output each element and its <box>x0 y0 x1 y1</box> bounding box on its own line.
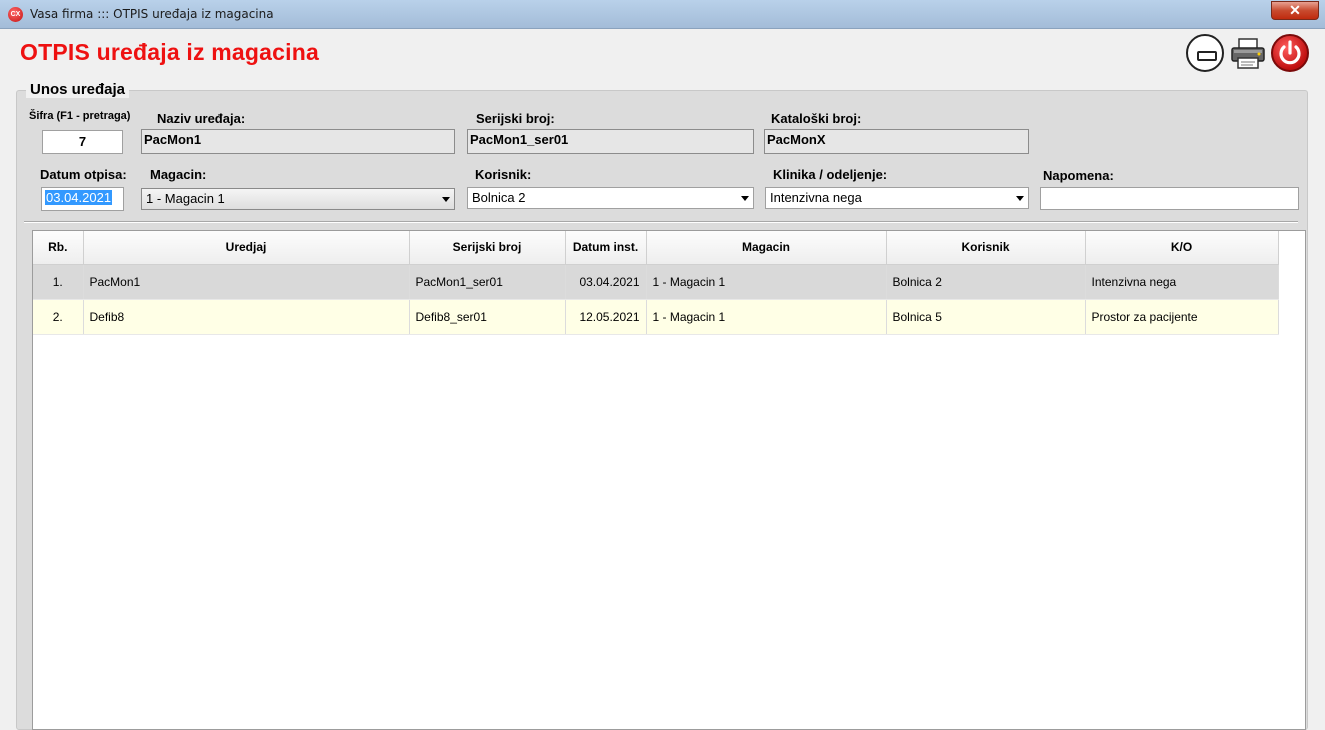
cell-serijski: PacMon1_ser01 <box>409 264 566 300</box>
form-divider <box>24 221 1298 223</box>
datum-label: Datum otpisa: <box>40 167 127 182</box>
cell-magacin: 1 - Magacin 1 <box>646 299 887 335</box>
col-header-serijski[interactable]: Serijski broj <box>409 231 566 265</box>
korisnik-select[interactable]: Bolnica 2 <box>467 187 754 209</box>
group-title: Unos uređaja <box>26 81 130 98</box>
window-titlebar: CX Vasa firma ::: OTPIS uređaja iz magac… <box>0 0 1325 29</box>
serijski-label: Serijski broj: <box>476 111 555 126</box>
chevron-down-icon <box>442 197 450 202</box>
magacin-label: Magacin: <box>150 167 207 182</box>
cell-rb: 2. <box>33 299 84 335</box>
chevron-down-icon <box>1016 196 1024 201</box>
col-header-korisnik[interactable]: Korisnik <box>886 231 1086 265</box>
cell-ko: Prostor za pacijente <box>1085 299 1279 335</box>
window-close-button[interactable]: ✕ <box>1271 1 1319 20</box>
datum-value: 03.04.2021 <box>45 190 113 205</box>
klinika-select[interactable]: Intenzivna nega <box>765 187 1029 209</box>
devices-table: Rb. Uredjaj Serijski broj Datum inst. Ma… <box>33 231 1279 335</box>
naziv-label: Naziv uređaja: <box>157 111 246 126</box>
chevron-down-icon <box>741 196 749 201</box>
grid-header-row: Rb. Uredjaj Serijski broj Datum inst. Ma… <box>33 231 1279 265</box>
magacin-value: 1 - Magacin 1 <box>146 191 225 206</box>
korisnik-value: Bolnica 2 <box>472 190 526 205</box>
cell-magacin: 1 - Magacin 1 <box>646 264 887 300</box>
cell-uredjaj: Defib8 <box>83 299 410 335</box>
napomena-label: Napomena: <box>1043 168 1114 183</box>
magacin-select[interactable]: 1 - Magacin 1 <box>141 188 455 210</box>
klinika-label: Klinika / odeljenje: <box>773 167 888 182</box>
napomena-input[interactable] <box>1040 187 1299 210</box>
cell-datum: 03.04.2021 <box>565 264 647 300</box>
window-title: Vasa firma ::: OTPIS uređaja iz magacina <box>30 7 274 21</box>
devices-grid[interactable]: Rb. Uredjaj Serijski broj Datum inst. Ma… <box>32 230 1306 730</box>
app-icon: CX <box>8 7 23 22</box>
cell-korisnik: Bolnica 2 <box>886 264 1086 300</box>
page-title: OTPIS uređaja iz magacina <box>20 39 319 65</box>
cell-rb: 1. <box>33 264 84 300</box>
col-header-uredjaj[interactable]: Uredjaj <box>83 231 410 265</box>
main-frame: OTPIS uređaja iz magacina Unos uređaja Š… <box>7 30 1318 730</box>
power-icon-graphic <box>1279 40 1301 65</box>
katalog-label: Kataloški broj: <box>771 111 862 126</box>
col-header-rb[interactable]: Rb. <box>33 231 84 265</box>
printer-icon[interactable] <box>1229 34 1267 72</box>
sifra-label: Šifra (F1 - pretraga) <box>29 110 131 122</box>
printer-icon-graphic <box>1231 38 1265 69</box>
col-header-magacin[interactable]: Magacin <box>646 231 887 265</box>
table-row[interactable]: 2. Defib8 Defib8_ser01 12.05.2021 1 - Ma… <box>33 299 1279 335</box>
minimize-icon[interactable] <box>1186 34 1224 72</box>
power-exit-icon[interactable] <box>1271 34 1309 72</box>
col-header-datum[interactable]: Datum inst. <box>565 231 647 265</box>
cell-uredjaj: PacMon1 <box>83 264 410 300</box>
col-header-ko[interactable]: K/O <box>1085 231 1279 265</box>
korisnik-label: Korisnik: <box>475 167 532 182</box>
cell-serijski: Defib8_ser01 <box>409 299 566 335</box>
katalog-field: PacMonX <box>764 129 1029 154</box>
sifra-input[interactable]: 7 <box>42 130 123 154</box>
cell-ko: Intenzivna nega <box>1085 264 1279 300</box>
table-row[interactable]: 1. PacMon1 PacMon1_ser01 03.04.2021 1 - … <box>33 264 1279 300</box>
serijski-field: PacMon1_ser01 <box>467 129 754 154</box>
datum-otpisa-input[interactable]: 03.04.2021 <box>41 187 124 211</box>
cell-datum: 12.05.2021 <box>565 299 647 335</box>
naziv-field: PacMon1 <box>141 129 455 154</box>
klinika-value: Intenzivna nega <box>770 190 862 205</box>
cell-korisnik: Bolnica 5 <box>886 299 1086 335</box>
